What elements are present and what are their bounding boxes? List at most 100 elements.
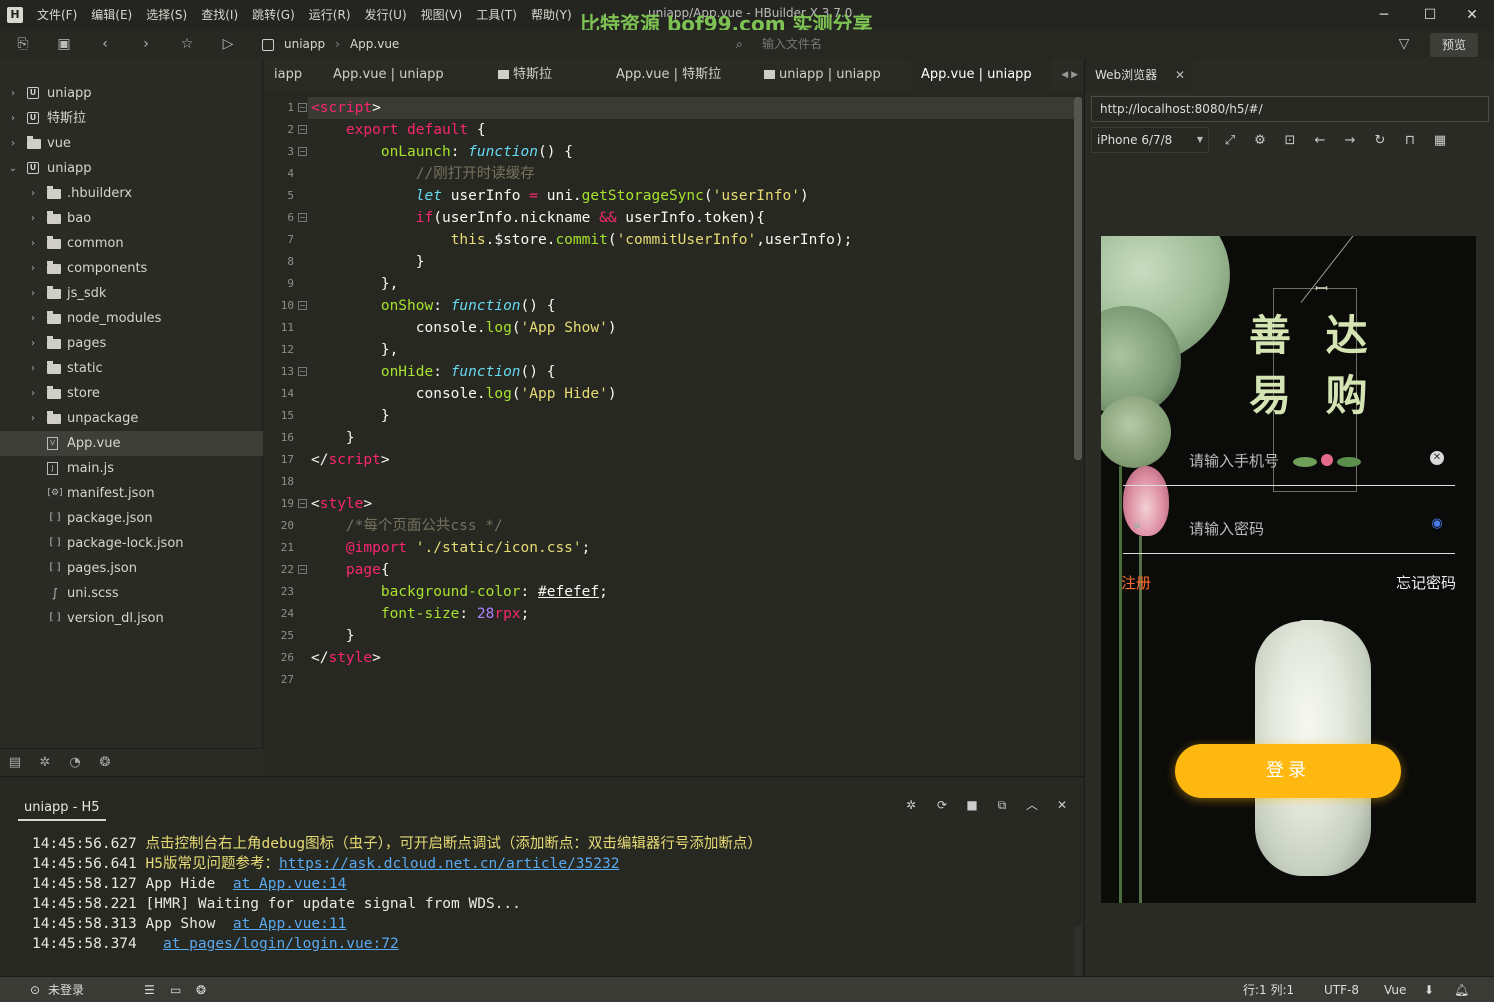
chevron-right-icon[interactable]: › (27, 331, 39, 356)
forward-icon[interactable]: › (137, 35, 155, 53)
forgot-password-link[interactable]: 忘记密码 (1396, 572, 1456, 593)
url-input[interactable]: http://localhost:8080/h5/#/ (1091, 96, 1489, 122)
code-line[interactable]: <style> (311, 493, 372, 515)
star-icon[interactable]: ☆ (178, 35, 196, 53)
code-line[interactable]: console.log('App Hide') (311, 383, 617, 405)
line-number[interactable]: 8 (264, 255, 294, 268)
fold-toggle-icon[interactable]: − (298, 367, 307, 376)
chevron-right-icon[interactable]: › (27, 231, 39, 256)
device-select[interactable]: iPhone 6/7/8 ▼ (1091, 127, 1209, 153)
code-line[interactable]: let userInfo = uni.getStorageSync('userI… (311, 185, 809, 207)
tree-item[interactable]: › bao (0, 206, 263, 231)
close-tab-icon[interactable]: ✕ (1175, 59, 1185, 91)
phone-input-placeholder[interactable]: 请输入手机号 (1189, 450, 1279, 471)
menu-item[interactable]: 文件(F) (30, 0, 84, 30)
line-number[interactable]: 14 (264, 387, 294, 400)
line-number[interactable]: 18 (264, 475, 294, 488)
menu-item[interactable]: 发行(U) (358, 0, 414, 30)
breadcrumb-item-file[interactable]: App.vue (350, 30, 399, 59)
tree-item[interactable]: [ ] package-lock.json (0, 531, 263, 556)
run-icon[interactable]: ▷ (219, 35, 237, 53)
code-editor[interactable]: 1− <script> 2− export default {3− onLaunch… (264, 91, 1084, 776)
menu-item[interactable]: 视图(V) (414, 0, 470, 30)
language-mode[interactable]: Vue (1384, 977, 1406, 1002)
menu-item[interactable]: 选择(S) (139, 0, 194, 30)
editor-tab[interactable]: App.vue | uniapp (323, 59, 488, 91)
console-link[interactable]: at pages/login/login.vue:72 (163, 936, 399, 952)
list-icon[interactable]: ☰ (144, 977, 155, 1002)
code-line[interactable]: //刚打开时读缓存 (311, 163, 535, 185)
line-number[interactable]: 10 (264, 299, 294, 312)
login-status[interactable]: 未登录 (48, 977, 84, 1002)
line-number[interactable]: 17 (264, 453, 294, 466)
code-line[interactable]: background-color: #efefef; (311, 581, 608, 603)
console-link[interactable]: https://ask.dcloud.net.cn/article/35232 (279, 856, 619, 872)
tree-item[interactable]: › .hbuilderx (0, 181, 263, 206)
refresh-icon[interactable]: ↻ (1371, 132, 1389, 150)
file-search-input[interactable]: ⌕ 输入文件名 (732, 34, 992, 55)
console-link[interactable]: at App.vue:14 (233, 876, 347, 892)
menu-item[interactable]: 工具(T) (469, 0, 524, 30)
console-link[interactable]: at App.vue:11 (233, 916, 347, 932)
chevron-right-icon[interactable]: › (27, 406, 39, 431)
tab-scroll-arrows-icon[interactable]: ◀ ▶ (1061, 59, 1078, 91)
restart-icon[interactable]: ⟳ (934, 797, 950, 813)
tree-item[interactable]: › U 特斯拉 (0, 106, 263, 131)
forward-arrow-icon[interactable]: → (1341, 132, 1359, 150)
console-scrollbar[interactable] (1074, 926, 1082, 976)
menu-item[interactable]: 编辑(E) (84, 0, 139, 30)
tree-item[interactable]: › common (0, 231, 263, 256)
browser-tab[interactable]: Web浏览器 ✕ (1085, 59, 1193, 91)
user-icon[interactable]: ⊙ (30, 977, 40, 1002)
eye-icon[interactable]: ◉ (1428, 517, 1446, 531)
open-external-icon[interactable]: ⧉ (994, 797, 1010, 813)
login-button[interactable]: 登录 (1175, 744, 1401, 798)
line-number[interactable]: 12 (264, 343, 294, 356)
console-tab[interactable]: uniapp - H5 (18, 795, 106, 821)
code-line[interactable]: } (311, 405, 390, 427)
chevron-down-icon[interactable]: ⌄ (7, 156, 19, 181)
fold-toggle-icon[interactable]: − (298, 213, 307, 222)
tree-item[interactable]: [⚙] manifest.json (0, 481, 263, 506)
editor-scrollbar[interactable] (1074, 97, 1082, 460)
line-number[interactable]: 15 (264, 409, 294, 422)
code-line[interactable]: font-size: 28rpx; (311, 603, 529, 625)
code-line[interactable]: /*每个页面公共css */ (311, 515, 503, 537)
line-number[interactable]: 6 (264, 211, 294, 224)
code-line[interactable]: console.log('App Show') (311, 317, 617, 339)
chevron-right-icon[interactable]: › (27, 356, 39, 381)
stop-icon[interactable]: ■ (964, 797, 980, 813)
password-input-placeholder[interactable]: 请输入密码 (1189, 518, 1264, 539)
chevron-right-icon[interactable]: › (27, 281, 39, 306)
line-number[interactable]: 24 (264, 607, 294, 620)
tree-item[interactable]: [ ] pages.json (0, 556, 263, 581)
line-number[interactable]: 26 (264, 651, 294, 664)
cursor-position[interactable]: 行:1 列:1 (1243, 977, 1294, 1002)
code-line[interactable]: page{ (311, 559, 390, 581)
debug-bug-icon[interactable]: ✲ (903, 797, 919, 813)
tree-item[interactable]: › node_modules (0, 306, 263, 331)
line-number[interactable]: 22 (264, 563, 294, 576)
fold-toggle-icon[interactable]: − (298, 103, 307, 112)
line-number[interactable]: 9 (264, 277, 294, 290)
line-number[interactable]: 2 (264, 123, 294, 136)
chevron-right-icon[interactable]: › (27, 306, 39, 331)
terminal-icon[interactable]: ▭ (170, 977, 181, 1002)
tree-item[interactable]: [ ] version_dl.json (0, 606, 263, 631)
chevron-right-icon[interactable]: › (27, 256, 39, 281)
fold-toggle-icon[interactable]: − (298, 499, 307, 508)
editor-tab[interactable]: uniapp | uniapp (754, 59, 911, 91)
clear-input-icon[interactable]: ✕ (1430, 451, 1444, 465)
editor-tab[interactable]: App.vue | uniapp (911, 59, 1051, 91)
register-link[interactable]: 注册 (1121, 572, 1151, 593)
plugin-icon[interactable]: ❂ (97, 755, 113, 771)
chevron-right-icon[interactable]: › (7, 106, 19, 131)
tree-item[interactable]: › Uuniapp (0, 81, 263, 106)
chevron-right-icon[interactable]: › (7, 131, 19, 156)
code-line[interactable]: onShow: function() { (311, 295, 556, 317)
tree-item[interactable]: › store (0, 381, 263, 406)
line-number[interactable]: 25 (264, 629, 294, 642)
editor-tab[interactable]: App.vue | 特斯拉 (606, 59, 754, 91)
line-number[interactable]: 21 (264, 541, 294, 554)
code-line[interactable]: onLaunch: function() { (311, 141, 573, 163)
